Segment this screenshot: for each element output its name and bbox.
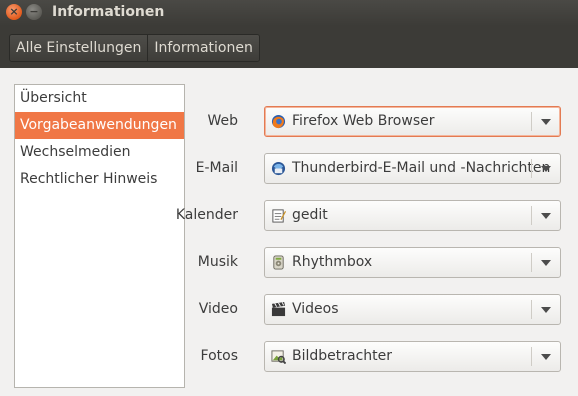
- web-label: Web: [207, 113, 238, 129]
- video-app-value: Videos: [292, 301, 339, 317]
- video-label: Video: [198, 301, 238, 317]
- email-app-value: Thunderbird-E-Mail und -Nachrichten: [292, 160, 551, 176]
- video-app-select[interactable]: Videos: [264, 294, 561, 325]
- thunderbird-icon: [271, 161, 286, 176]
- email-app-select[interactable]: Thunderbird-E-Mail und -Nachrichten: [264, 153, 561, 184]
- content-area: Übersicht Vorgabeanwendungen Wechselmedi…: [0, 68, 578, 396]
- default-app-row-photos: Fotos Bildbetrachter: [186, 341, 566, 374]
- breadcrumb-all-settings[interactable]: Alle Einstellungen: [10, 35, 148, 61]
- default-app-row-email: E-Mail Thunderbird-E-Mail und -Nachricht…: [186, 153, 566, 186]
- chevron-down-icon[interactable]: [541, 260, 551, 266]
- default-app-row-calendar: Kalender gedit: [176, 200, 566, 233]
- chevron-down-icon[interactable]: [541, 307, 551, 313]
- breadcrumb-information[interactable]: Informationen: [147, 35, 259, 61]
- combo-separator: [531, 206, 532, 225]
- window-title: Informationen: [52, 4, 165, 20]
- calendar-label: Kalender: [175, 207, 238, 223]
- combo-separator: [531, 347, 532, 366]
- sidebar-item-overview[interactable]: Übersicht: [15, 85, 184, 112]
- calendar-app-select[interactable]: gedit: [264, 200, 561, 231]
- photos-app-value: Bildbetrachter: [292, 348, 393, 364]
- web-app-select[interactable]: Firefox Web Browser: [264, 106, 561, 137]
- sidebar: Übersicht Vorgabeanwendungen Wechselmedi…: [14, 84, 185, 388]
- chevron-down-icon[interactable]: [541, 166, 551, 172]
- default-app-row-web: Web Firefox Web Browser: [186, 106, 566, 139]
- combo-separator: [531, 253, 532, 272]
- breadcrumb: Alle Einstellungen Informationen: [9, 34, 260, 62]
- chevron-down-icon[interactable]: [541, 119, 551, 125]
- image-viewer-icon: [271, 350, 286, 364]
- rhythmbox-icon: [273, 255, 284, 270]
- videos-icon: [271, 302, 286, 317]
- firefox-icon: [271, 114, 286, 129]
- music-app-value: Rhythmbox: [292, 254, 373, 270]
- default-app-row-music: Musik Rhythmbox: [186, 247, 566, 280]
- chevron-down-icon[interactable]: [541, 213, 551, 219]
- music-app-select[interactable]: Rhythmbox: [264, 247, 561, 278]
- sidebar-item-default-apps[interactable]: Vorgabeanwendungen: [15, 112, 184, 139]
- combo-separator: [531, 300, 532, 319]
- sidebar-item-legal-notice[interactable]: Rechtlicher Hinweis: [15, 166, 184, 193]
- minimize-window-button[interactable]: −: [26, 4, 42, 20]
- toolbar: Alle Einstellungen Informationen: [0, 26, 578, 68]
- close-window-button[interactable]: ×: [6, 4, 22, 20]
- music-label: Musik: [197, 254, 238, 270]
- default-app-row-video: Video Videos: [186, 294, 566, 327]
- window-titlebar: × − Informationen: [0, 0, 578, 26]
- calendar-app-value: gedit: [292, 207, 328, 223]
- combo-separator: [531, 112, 532, 131]
- photos-app-select[interactable]: Bildbetrachter: [264, 341, 561, 372]
- web-app-value: Firefox Web Browser: [292, 113, 435, 129]
- sidebar-item-removable-media[interactable]: Wechselmedien: [15, 139, 184, 166]
- chevron-down-icon[interactable]: [541, 354, 551, 360]
- combo-separator: [531, 159, 532, 178]
- email-label: E-Mail: [195, 160, 238, 176]
- gedit-icon: [272, 209, 286, 223]
- photos-label: Fotos: [200, 348, 238, 364]
